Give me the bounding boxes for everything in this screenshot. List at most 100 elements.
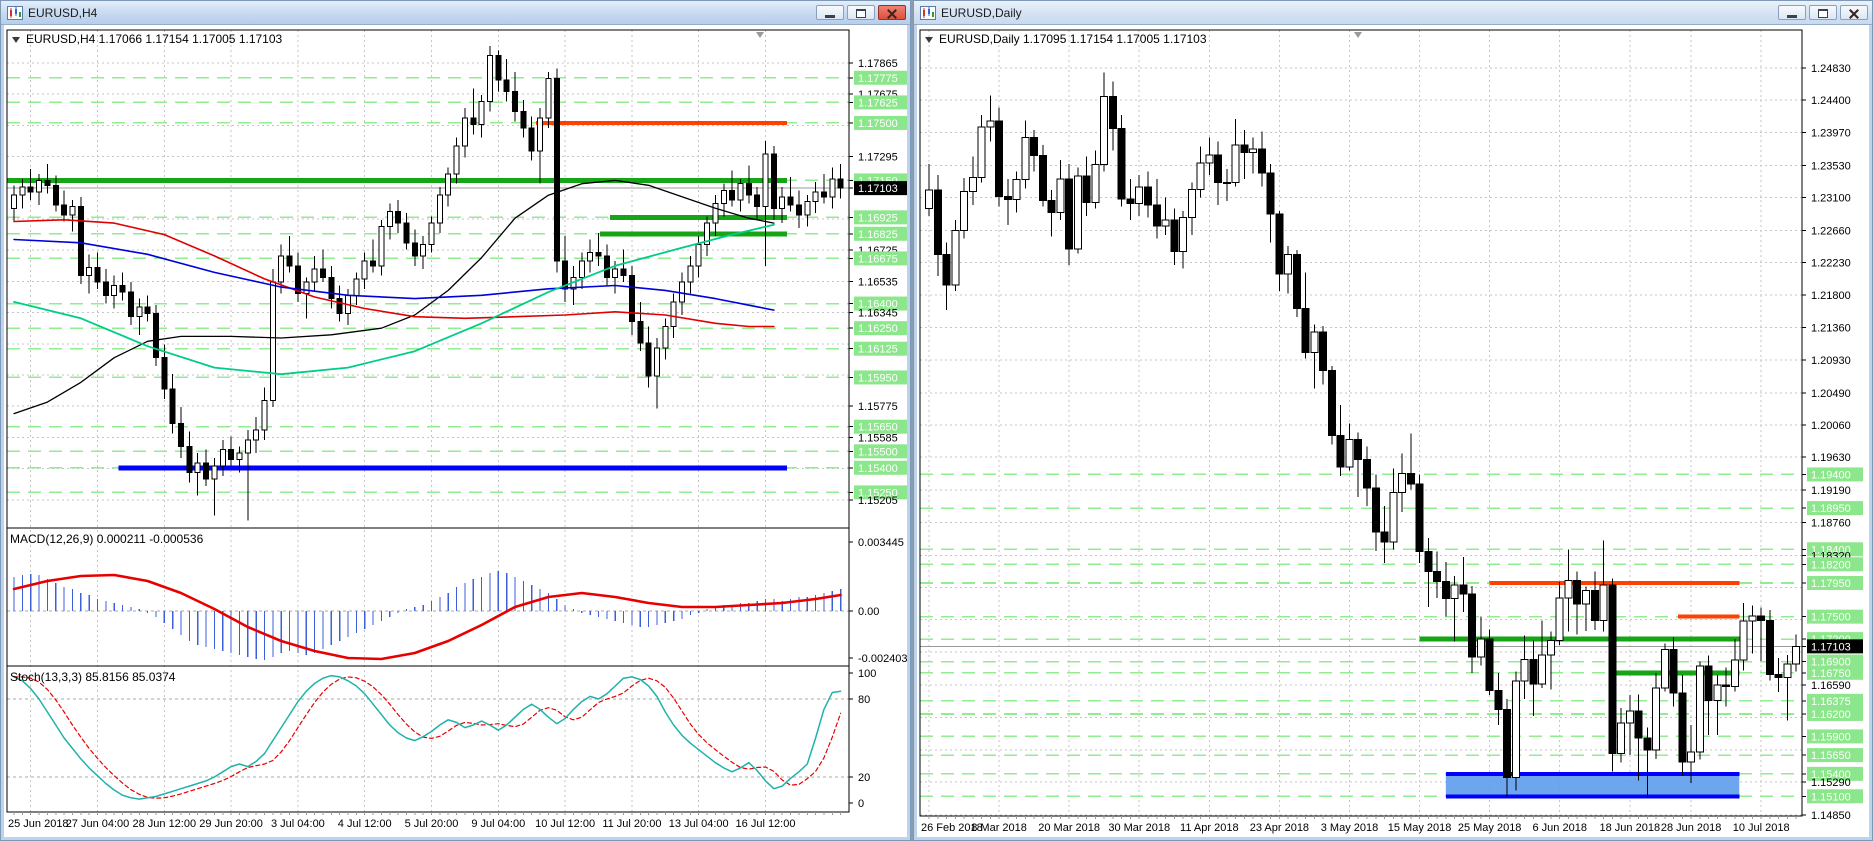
svg-text:20 Mar 2018: 20 Mar 2018 bbox=[1038, 822, 1100, 834]
svg-text:28 Jun 12:00: 28 Jun 12:00 bbox=[132, 818, 196, 830]
svg-text:0.003445: 0.003445 bbox=[858, 537, 904, 549]
svg-text:3 May 2018: 3 May 2018 bbox=[1321, 822, 1378, 834]
restore-icon bbox=[856, 9, 866, 18]
svg-text:1.16825: 1.16825 bbox=[858, 229, 898, 241]
svg-text:13 Jul 04:00: 13 Jul 04:00 bbox=[669, 818, 729, 830]
chart-window-icon bbox=[7, 5, 23, 20]
daily-titlebar[interactable]: EURUSD,Daily bbox=[914, 1, 1872, 25]
legend-dropdown-icon[interactable] bbox=[12, 36, 20, 43]
legend-dropdown-icon[interactable] bbox=[925, 36, 933, 43]
svg-text:1.16250: 1.16250 bbox=[858, 323, 898, 335]
svg-text:1.23530: 1.23530 bbox=[1811, 160, 1851, 172]
svg-text:1.15775: 1.15775 bbox=[858, 401, 898, 413]
svg-text:1.21800: 1.21800 bbox=[1811, 290, 1851, 302]
close-icon bbox=[1849, 9, 1859, 18]
svg-text:1.15100: 1.15100 bbox=[1811, 791, 1851, 803]
stoch-legend: Stoch(13,3,3) 85.8156 85.0374 bbox=[10, 670, 176, 684]
svg-text:80: 80 bbox=[858, 694, 870, 706]
svg-text:1.22230: 1.22230 bbox=[1811, 258, 1851, 270]
svg-text:0: 0 bbox=[858, 798, 864, 810]
svg-text:1.16750: 1.16750 bbox=[1811, 668, 1851, 680]
svg-text:11 Jul 20:00: 11 Jul 20:00 bbox=[602, 818, 661, 830]
h4-titlebar[interactable]: EURUSD,H4 bbox=[1, 1, 910, 25]
window-title: EURUSD,Daily bbox=[941, 5, 1022, 20]
daily-chart-area[interactable]: 1.24830 1.24400 1.23970 1.23530 1.23100 1.226… bbox=[917, 25, 1869, 837]
svg-text:5 Jul 20:00: 5 Jul 20:00 bbox=[405, 818, 459, 830]
svg-text:1.15650: 1.15650 bbox=[1811, 750, 1851, 762]
svg-text:4 Jul 12:00: 4 Jul 12:00 bbox=[338, 818, 392, 830]
svg-text:1.17950: 1.17950 bbox=[1811, 578, 1851, 590]
chart-window-icon bbox=[920, 5, 936, 20]
svg-text:1.17103: 1.17103 bbox=[1811, 641, 1851, 653]
svg-text:1.15585: 1.15585 bbox=[858, 432, 898, 444]
svg-text:1.23970: 1.23970 bbox=[1811, 127, 1851, 139]
h4-chart-area[interactable]: 0.003445 0.00 -0.002403 100 80 20 0 1.17865 1.17… bbox=[4, 25, 907, 837]
daily-legend: EURUSD,Daily 1.17095 1.17154 1.17005 1.1… bbox=[925, 32, 1207, 46]
h4-chart-canvas[interactable]: 0.003445 0.00 -0.002403 100 80 20 0 1.17865 1.17… bbox=[4, 25, 907, 837]
svg-text:28 Jun 2018: 28 Jun 2018 bbox=[1661, 822, 1722, 834]
svg-text:1.15500: 1.15500 bbox=[858, 446, 898, 458]
svg-text:6 Jun 2018: 6 Jun 2018 bbox=[1533, 822, 1587, 834]
svg-text:10 Jul 12:00: 10 Jul 12:00 bbox=[535, 818, 595, 830]
minimize-button[interactable] bbox=[816, 5, 844, 20]
svg-text:29 Jun 20:00: 29 Jun 20:00 bbox=[199, 818, 263, 830]
svg-text:27 Jun 04:00: 27 Jun 04:00 bbox=[66, 818, 130, 830]
svg-text:1.18950: 1.18950 bbox=[1811, 503, 1851, 515]
svg-text:9 Jul 04:00: 9 Jul 04:00 bbox=[471, 818, 525, 830]
svg-text:1.15900: 1.15900 bbox=[1811, 731, 1851, 743]
svg-text:20: 20 bbox=[858, 772, 870, 784]
svg-text:1.14850: 1.14850 bbox=[1811, 810, 1851, 822]
close-button[interactable] bbox=[878, 5, 906, 20]
svg-text:1.15950: 1.15950 bbox=[858, 372, 898, 384]
svg-text:-0.002403: -0.002403 bbox=[858, 653, 907, 665]
svg-text:1.15205: 1.15205 bbox=[858, 495, 898, 507]
macd-legend: MACD(12,26,9) 0.000211 -0.000536 bbox=[10, 532, 204, 546]
svg-text:23 Apr 2018: 23 Apr 2018 bbox=[1250, 822, 1309, 834]
svg-text:18 Jun 2018: 18 Jun 2018 bbox=[1600, 822, 1661, 834]
svg-text:30 Mar 2018: 30 Mar 2018 bbox=[1108, 822, 1170, 834]
svg-text:1.20930: 1.20930 bbox=[1811, 355, 1851, 367]
svg-text:1.19190: 1.19190 bbox=[1811, 485, 1851, 497]
svg-text:1.19630: 1.19630 bbox=[1811, 452, 1851, 464]
svg-text:25 May 2018: 25 May 2018 bbox=[1458, 822, 1522, 834]
minimize-icon bbox=[825, 14, 835, 18]
restore-button[interactable] bbox=[847, 5, 875, 20]
svg-text:1.24400: 1.24400 bbox=[1811, 95, 1851, 107]
h4-legend-text: EURUSD,H4 1.17066 1.17154 1.17005 1.1710… bbox=[26, 32, 283, 46]
svg-text:1.23100: 1.23100 bbox=[1811, 192, 1851, 204]
svg-text:1.17295: 1.17295 bbox=[858, 152, 898, 164]
svg-text:1.18200: 1.18200 bbox=[1811, 559, 1851, 571]
close-button[interactable] bbox=[1840, 5, 1868, 20]
svg-text:1.16200: 1.16200 bbox=[1811, 709, 1851, 721]
close-icon bbox=[887, 9, 897, 18]
svg-text:1.20490: 1.20490 bbox=[1811, 388, 1851, 400]
svg-text:1.19400: 1.19400 bbox=[1811, 469, 1851, 481]
svg-text:25 Jun 2018: 25 Jun 2018 bbox=[8, 818, 69, 830]
svg-text:1.17103: 1.17103 bbox=[858, 183, 898, 195]
svg-text:1.18760: 1.18760 bbox=[1811, 517, 1851, 529]
svg-text:1.16375: 1.16375 bbox=[1811, 696, 1851, 708]
svg-text:1.17625: 1.17625 bbox=[858, 97, 898, 109]
svg-text:0.00: 0.00 bbox=[858, 606, 879, 618]
svg-text:1.17865: 1.17865 bbox=[858, 58, 898, 70]
svg-text:1.24830: 1.24830 bbox=[1811, 63, 1851, 75]
daily-support-box[interactable] bbox=[1445, 771, 1740, 799]
svg-text:11 Apr 2018: 11 Apr 2018 bbox=[1180, 822, 1239, 834]
svg-text:1.17775: 1.17775 bbox=[858, 73, 898, 85]
svg-text:1.22660: 1.22660 bbox=[1811, 225, 1851, 237]
svg-text:1.15290: 1.15290 bbox=[1811, 777, 1851, 789]
window-title: EURUSD,H4 bbox=[28, 5, 98, 20]
svg-text:1.17500: 1.17500 bbox=[858, 118, 898, 130]
restore-icon bbox=[1818, 9, 1828, 18]
svg-text:8 Mar 2018: 8 Mar 2018 bbox=[971, 822, 1027, 834]
svg-text:15 May 2018: 15 May 2018 bbox=[1388, 822, 1452, 834]
daily-legend-text: EURUSD,Daily 1.17095 1.17154 1.17005 1.1… bbox=[939, 32, 1207, 46]
svg-text:16 Jul 12:00: 16 Jul 12:00 bbox=[736, 818, 796, 830]
minimize-button[interactable] bbox=[1778, 5, 1806, 20]
svg-text:1.16125: 1.16125 bbox=[858, 344, 898, 356]
restore-button[interactable] bbox=[1809, 5, 1837, 20]
svg-text:3 Jul 04:00: 3 Jul 04:00 bbox=[271, 818, 325, 830]
daily-chart-canvas[interactable]: 1.24830 1.24400 1.23970 1.23530 1.23100 1.226… bbox=[917, 25, 1869, 837]
chart-window-daily: EURUSD,Daily 1.24830 1.24400 1.23970 1.2353… bbox=[913, 0, 1873, 841]
svg-text:1.16590: 1.16590 bbox=[1811, 680, 1851, 692]
